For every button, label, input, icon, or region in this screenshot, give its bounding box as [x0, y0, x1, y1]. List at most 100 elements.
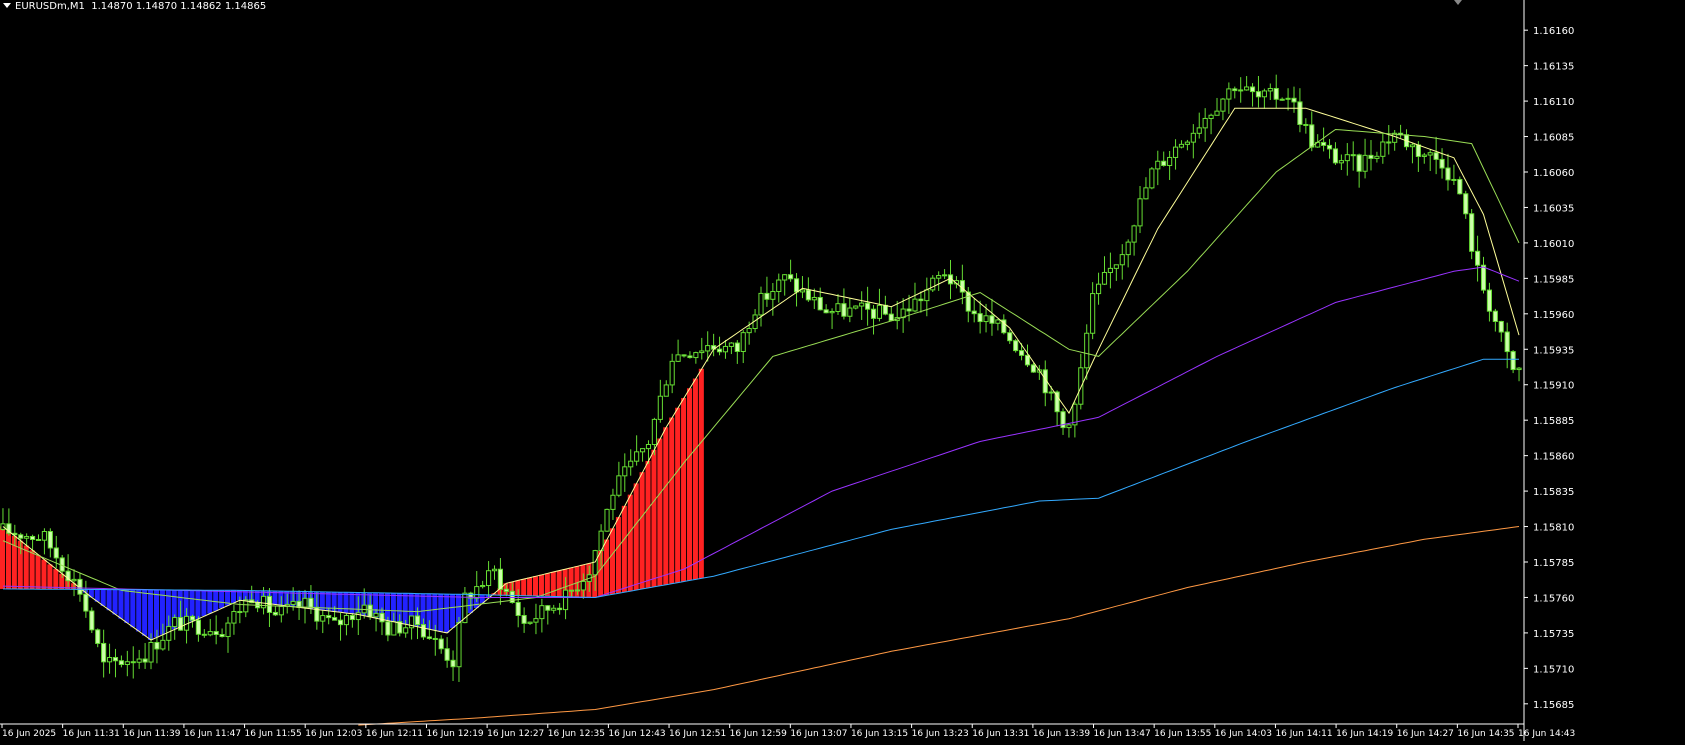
candle-body [497, 568, 503, 590]
candle-body [1433, 152, 1439, 160]
histogram-bar [5, 531, 11, 589]
time-tick-label: 16 Jun 13:39 [1033, 729, 1090, 739]
histogram-bar [213, 590, 219, 611]
candle-body [148, 641, 154, 663]
candle-body [444, 648, 450, 661]
candle-body [480, 584, 486, 588]
price-tick-label: 1.15785 [1533, 558, 1574, 569]
candle-body [320, 615, 326, 622]
candle-body [557, 607, 563, 611]
candle-body [1267, 87, 1273, 92]
time-tick-label: 16 Jun 12:19 [426, 729, 483, 739]
candle-body [918, 298, 924, 302]
candle-body [373, 612, 379, 618]
price-tick-label: 1.16085 [1533, 133, 1574, 144]
price-tick-label: 1.16035 [1533, 203, 1574, 214]
candle-body [616, 475, 622, 496]
candle-body [699, 350, 705, 354]
histogram-bar [219, 590, 225, 609]
time-tick-label: 16 Jun 11:39 [123, 729, 180, 739]
candle-body [888, 313, 894, 322]
candle-body [936, 275, 942, 279]
candle-body [1095, 283, 1102, 295]
histogram-bar [633, 483, 639, 591]
chart-area[interactable]: 1.16160 1.16135 1.16110 1.16085 1.16060 1.160… [0, 0, 1685, 741]
histogram-bar [675, 407, 681, 583]
candle-body [29, 535, 36, 541]
time-tick-label: 16 Jun 14:35 [1457, 729, 1514, 739]
candle-body [1232, 88, 1238, 92]
candle-body [521, 614, 527, 624]
candle-body [805, 289, 811, 301]
candle-body [722, 345, 729, 353]
candle-body [332, 617, 338, 621]
candle-body [1469, 213, 1475, 252]
candle-body [580, 580, 586, 591]
candle-body [166, 626, 172, 641]
candle-body [1007, 332, 1013, 342]
dropdown-arrow-icon[interactable] [3, 3, 11, 8]
histogram-bar [47, 564, 53, 590]
histogram-bar [550, 571, 556, 597]
histogram-bar [0, 526, 6, 589]
candle-body [663, 384, 669, 397]
histogram-bar [35, 554, 41, 590]
time-tick-label: 16 Jun 14:11 [1275, 729, 1332, 739]
candle-body [1249, 86, 1256, 93]
candle-body [1380, 141, 1386, 157]
candle-body [1155, 160, 1161, 170]
histogram-bar [681, 398, 687, 582]
candle-body [1516, 367, 1522, 371]
candle-body [1261, 90, 1267, 98]
histogram-bar [136, 589, 142, 632]
candle-body [420, 624, 427, 638]
candle-body [237, 611, 243, 614]
ma-medium-line [2, 128, 1520, 613]
candle-body [533, 618, 539, 623]
candle-body [456, 622, 462, 668]
histogram-bar [663, 427, 669, 585]
candle-body [189, 615, 196, 621]
histogram-bar [651, 449, 657, 587]
candle-body [1504, 331, 1510, 353]
time-tick-label: 16 Jun 13:07 [790, 729, 847, 739]
histogram-bar [657, 438, 663, 586]
ma-fast-line [2, 107, 1520, 641]
candle-body [788, 274, 794, 280]
price-axis: 1.16160 1.16135 1.16110 1.16085 1.16060 1.160… [1523, 0, 1574, 741]
candle-body [1326, 144, 1333, 150]
candle-body [1386, 141, 1392, 144]
candle-body [622, 466, 628, 477]
candle-body [1297, 101, 1303, 125]
histogram-bar [29, 550, 35, 590]
candle-body [1149, 168, 1155, 189]
candle-body [326, 615, 332, 619]
chart-shift-marker-icon[interactable] [1454, 0, 1462, 5]
candle-body [634, 451, 640, 462]
candle-body [1255, 91, 1262, 98]
candle-body [568, 589, 575, 592]
candle-body [47, 530, 53, 549]
candle-body [1178, 143, 1185, 148]
candle-body [776, 279, 782, 293]
candle-body [1125, 241, 1131, 256]
candle-body [912, 298, 918, 312]
histogram-bar [698, 368, 704, 579]
candle-body [1030, 364, 1036, 373]
candle-body [41, 530, 47, 541]
candlestick-chart[interactable]: 1.16160 1.16135 1.16110 1.16085 1.16060 1.160… [0, 0, 1685, 741]
candle-body [906, 308, 912, 312]
price-tick-label: 1.16110 [1533, 97, 1574, 108]
candle-body [178, 617, 184, 631]
candle-body [645, 444, 652, 450]
candle-body [1374, 155, 1380, 159]
histogram-bar [627, 494, 633, 592]
candle-body [669, 360, 675, 386]
candle-body [1202, 117, 1208, 129]
histogram-bar [527, 577, 533, 596]
candle-body [1356, 154, 1362, 172]
candle-body [231, 611, 237, 624]
candle-body [1445, 167, 1451, 181]
histogram-bar [384, 593, 390, 621]
candle-body [89, 610, 95, 631]
